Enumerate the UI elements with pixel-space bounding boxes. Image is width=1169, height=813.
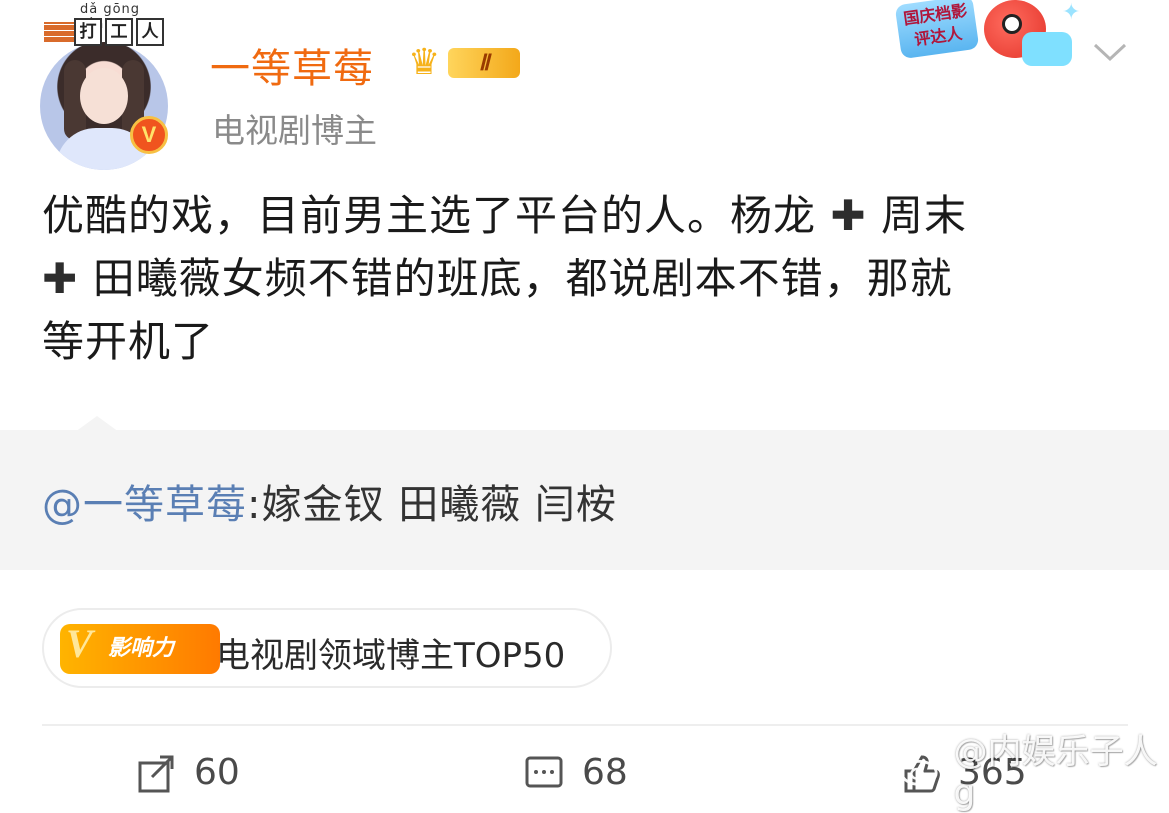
event-sticker[interactable]: 国庆档影评达人 ✦ <box>892 0 1082 80</box>
comment-count: 68 <box>582 752 628 793</box>
chevron-down-icon[interactable] <box>1092 40 1128 64</box>
comment-button[interactable]: 68 <box>524 752 628 793</box>
vip-rank: Ⅱ <box>448 48 520 78</box>
post-line-text: 田曦薇女频不错的班底，都说剧本不错，那就 <box>92 254 953 303</box>
post-line-text: 优酷的戏，目前男主选了平台的人。杨龙 <box>42 191 817 240</box>
influence-tag[interactable]: 影响力 V 电视剧领域博主TOP50 <box>42 608 612 688</box>
post-line: 优酷的戏，目前男主选了平台的人。杨龙 ✚ 周末 <box>42 184 1132 247</box>
worker-badge: dǎ gōng rén 打 工 人 <box>44 0 164 46</box>
repost-icon <box>138 755 174 792</box>
quoted-post-body: :嫁金钗 田曦薇 闫桉 <box>247 482 617 528</box>
worker-badge-char: 打 <box>74 18 102 46</box>
worker-badge-char: 工 <box>105 18 133 46</box>
influence-badge-text: 影响力 <box>108 636 175 661</box>
influence-v-icon: V <box>66 621 93 666</box>
plus-icon: ✚ <box>42 254 79 303</box>
sparkle-icon: ✦ <box>1062 0 1081 25</box>
username[interactable]: 一等草莓 <box>210 36 374 94</box>
post-line: 等开机了 <box>42 310 1132 373</box>
weibo-logo-icon <box>900 753 944 786</box>
quote-notch <box>75 416 119 432</box>
event-sticker-label: 国庆档影评达人 <box>894 0 980 60</box>
influence-label: 电视剧领域博主TOP50 <box>216 636 566 676</box>
comment-icon <box>525 756 563 787</box>
chair-icon <box>1022 32 1072 66</box>
mascot-eye-icon <box>1002 14 1022 34</box>
watermark-text: @内娱乐子人g <box>953 732 1158 813</box>
vip-badge[interactable]: ♛ Ⅱ <box>408 40 522 84</box>
post-line: ✚ 田曦薇女频不错的班底，都说剧本不错，那就 <box>42 247 1132 310</box>
worker-badge-char: 人 <box>136 18 164 46</box>
verified-badge-icon: V <box>130 116 168 154</box>
quoted-post-text[interactable]: @一等草莓:嫁金钗 田曦薇 闫桉 <box>42 472 617 530</box>
bricks-icon <box>44 22 74 42</box>
post-header: V dǎ gōng rén 打 工 人 一等草莓 ♛ Ⅱ 电视剧博主 国庆档影评… <box>0 0 1169 180</box>
watermark: @内娱乐子人g <box>898 724 1169 813</box>
post-text: 优酷的戏，目前男主选了平台的人。杨龙 ✚ 周末 ✚ 田曦薇女频不错的班底，都说剧… <box>42 184 1132 373</box>
post-line-text: 周末 <box>880 191 967 240</box>
crown-icon: ♛ <box>408 42 441 83</box>
post-line-text: 等开机了 <box>42 317 215 366</box>
plus-icon: ✚ <box>830 191 867 240</box>
repost-button[interactable]: 60 <box>136 752 240 793</box>
mention-link[interactable]: @一等草莓 <box>42 482 247 528</box>
user-title: 电视剧博主 <box>212 111 377 150</box>
repost-count: 60 <box>194 752 240 793</box>
avatar[interactable]: V <box>40 28 172 170</box>
